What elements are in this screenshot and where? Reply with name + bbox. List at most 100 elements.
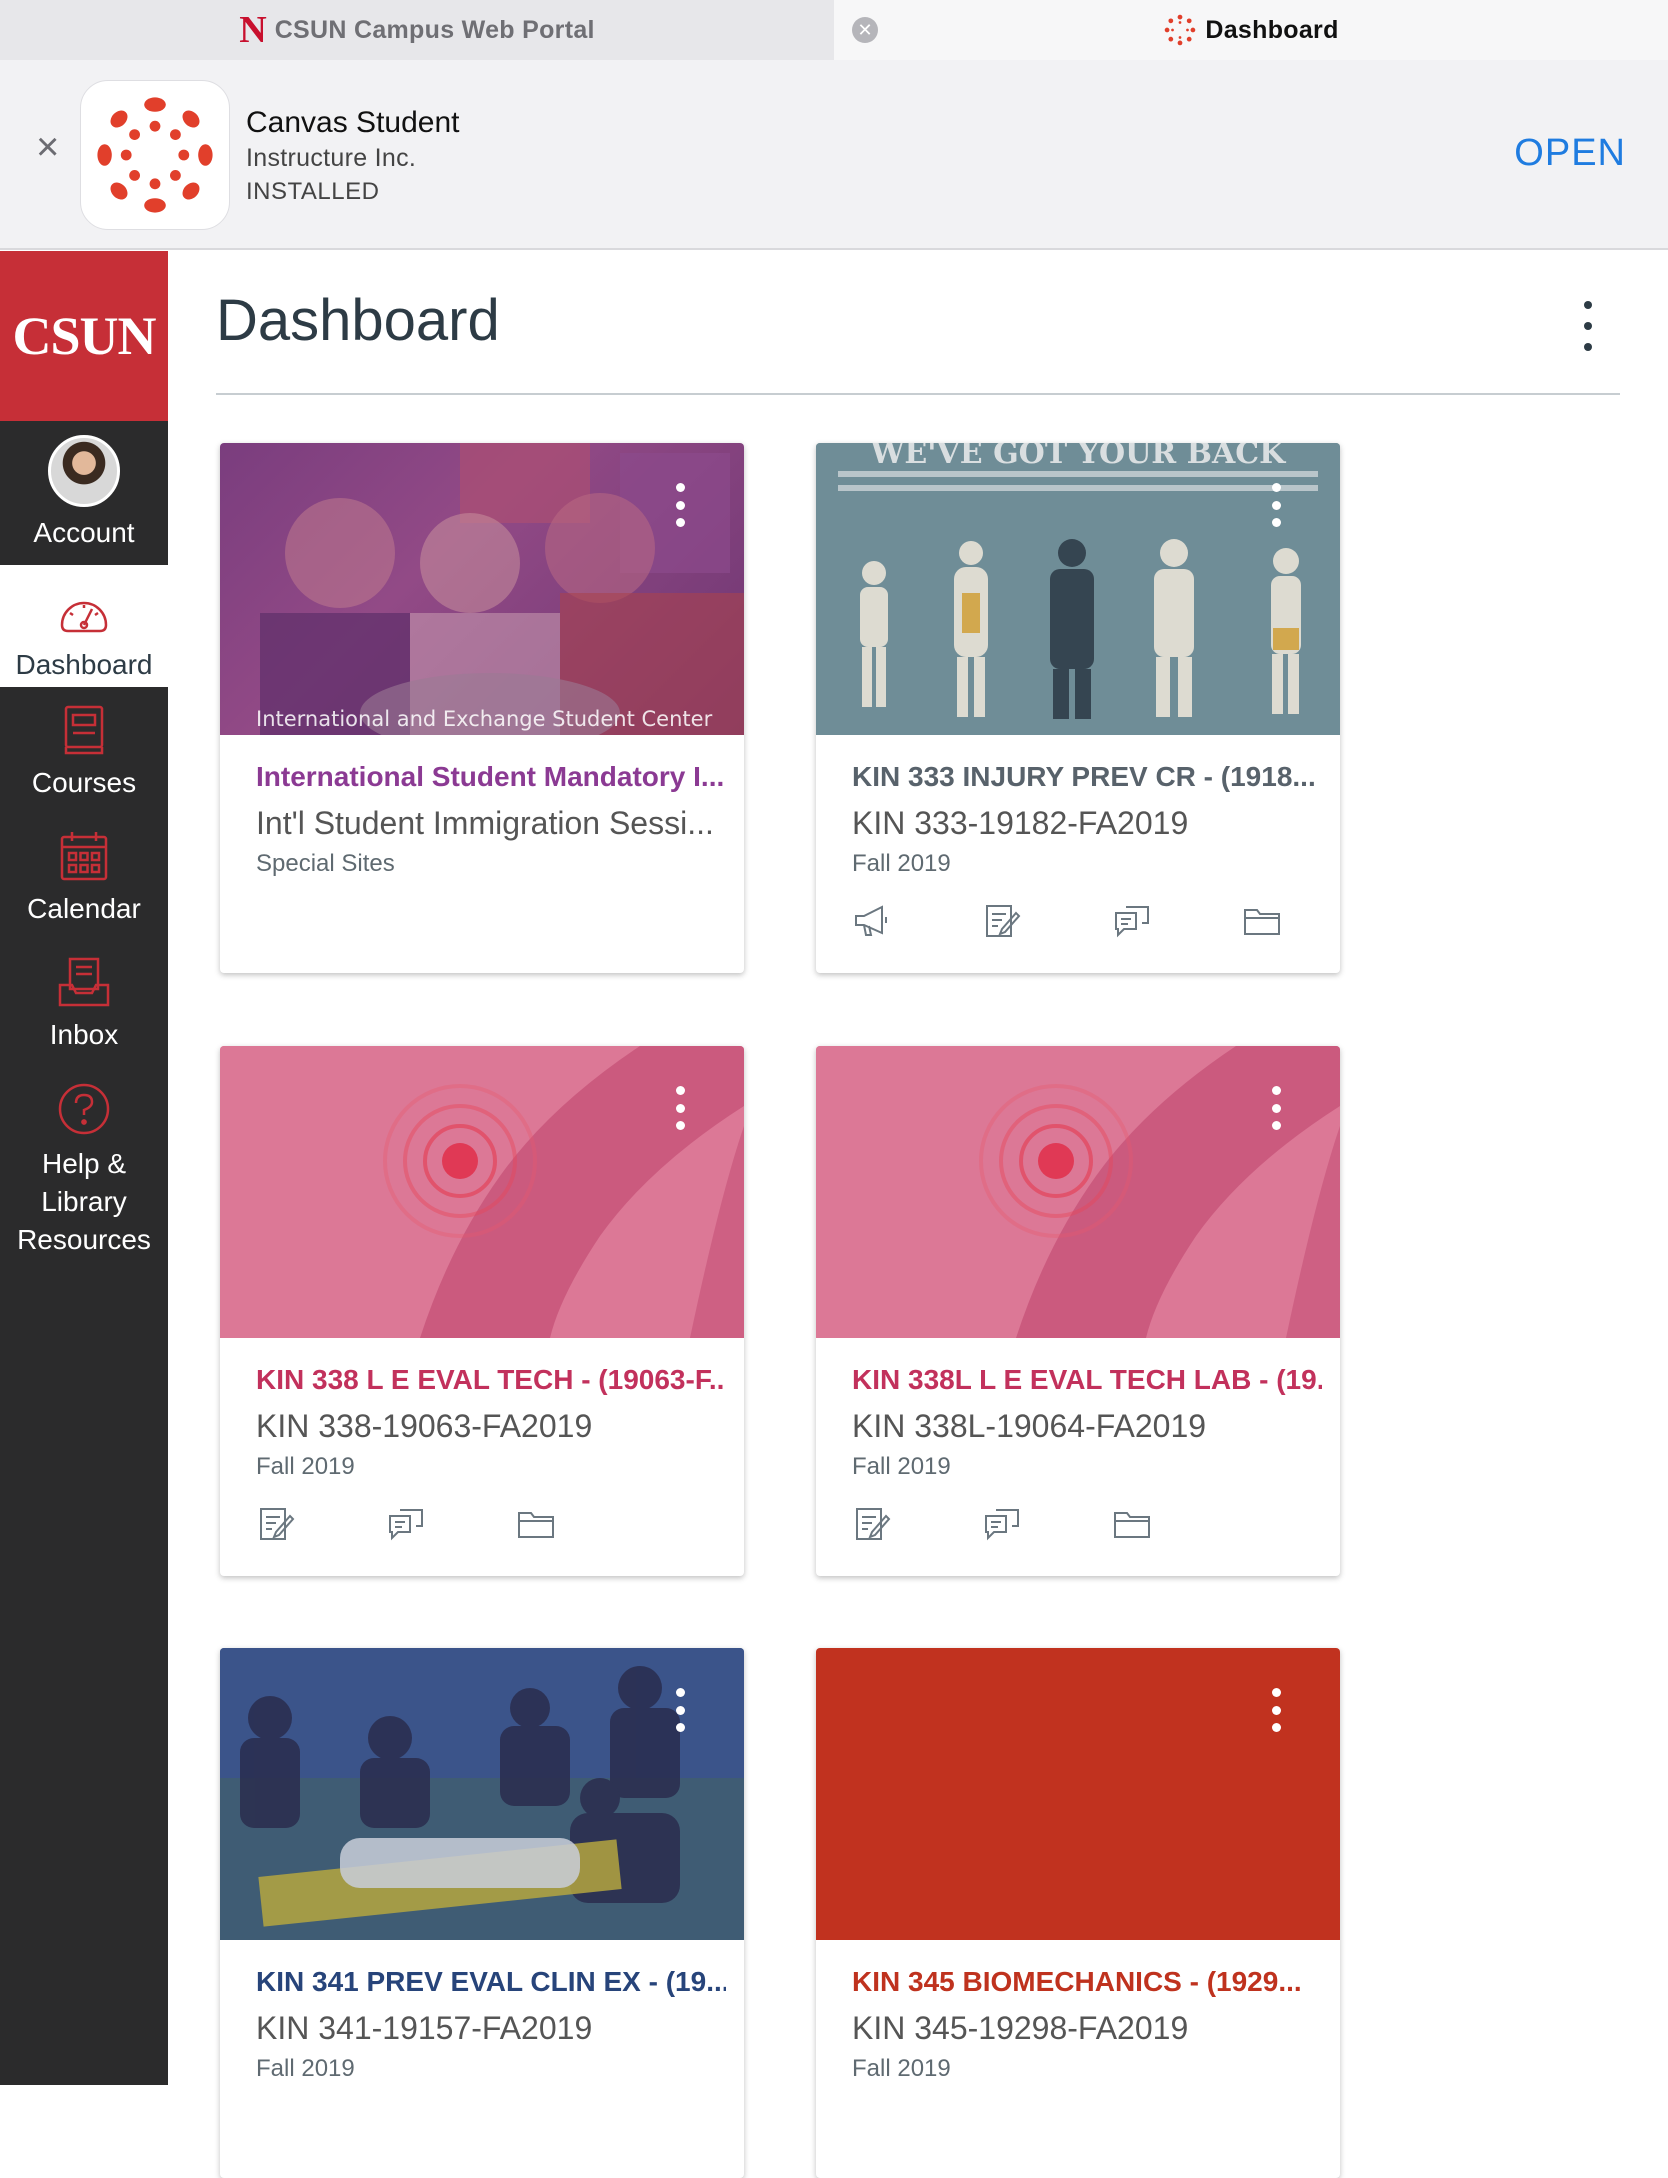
help-icon (58, 1083, 110, 1135)
course-card-hero[interactable] (816, 1046, 1340, 1338)
app-name: Canvas Student (246, 106, 460, 139)
assignments-icon (986, 905, 1021, 937)
discussions-button[interactable] (1112, 901, 1242, 945)
card-options-icon[interactable] (670, 483, 690, 527)
course-card-title[interactable]: KIN 345 BIOMECHANICS - (1929... (852, 1966, 1322, 1998)
page-title: Dashboard (216, 288, 500, 353)
discussions-icon (389, 1509, 423, 1541)
assignments-button[interactable] (852, 1504, 982, 1548)
tab-title: Dashboard (1205, 15, 1339, 44)
assignments-button[interactable] (256, 1504, 386, 1548)
card-options-icon[interactable] (670, 1688, 690, 1732)
tab-dashboard[interactable]: ✕ Dashboard (834, 0, 1668, 60)
sidebar-item-label: Help & Library Resources (17, 1148, 151, 1255)
course-card-term: Fall 2019 (852, 850, 951, 877)
course-card-hero[interactable] (220, 1046, 744, 1338)
course-card-hero[interactable]: International and Exchange Student Cente… (220, 443, 744, 735)
course-card-actions (256, 1504, 646, 1548)
files-icon (1244, 909, 1280, 935)
files-button[interactable] (516, 1504, 646, 1548)
global-nav-sidebar: CSUN Account Dashboard Courses Calendar … (0, 251, 168, 2085)
close-tab-icon[interactable]: ✕ (852, 17, 878, 43)
book-icon (64, 705, 104, 755)
files-icon (1114, 1512, 1150, 1538)
tab-title: CSUN Campus Web Portal (274, 15, 595, 44)
course-card-actions (852, 1504, 1242, 1548)
discussions-icon (985, 1509, 1019, 1541)
course-card-hero-image (260, 443, 744, 735)
course-card[interactable]: KIN 338L L E EVAL TECH LAB - (19... KIN … (816, 1046, 1340, 1576)
sidebar-item-label: Account (33, 517, 135, 548)
brand-text: CSUN (12, 306, 156, 366)
course-card-code: KIN 338-19063-FA2019 (256, 1408, 593, 1444)
announcements-icon (855, 905, 887, 936)
course-card-title[interactable]: KIN 333 INJURY PREV CR - (1918... (852, 761, 1322, 793)
course-card-hero-image (816, 1046, 1340, 1338)
canvas-logo-icon (97, 97, 213, 213)
course-card[interactable]: KIN 341 PREV EVAL CLIN EX - (19... KIN 3… (220, 1648, 744, 2178)
avatar (48, 435, 120, 507)
dashboard-gauge-icon (60, 601, 108, 633)
course-card[interactable]: KIN 338 L E EVAL TECH - (19063-F... KIN … (220, 1046, 744, 1576)
sidebar-item-label: Dashboard (15, 649, 153, 680)
assignments-button[interactable] (982, 901, 1112, 945)
files-icon (518, 1512, 554, 1538)
course-card-term: Fall 2019 (852, 2055, 951, 2082)
course-card-code: KIN 345-19298-FA2019 (852, 2010, 1189, 2046)
sidebar-item-label: Courses (31, 767, 137, 798)
course-card-title[interactable]: KIN 338 L E EVAL TECH - (19063-F... (256, 1364, 726, 1396)
course-card-title[interactable]: International Student Mandatory I... (256, 761, 726, 793)
course-card-term: Fall 2019 (256, 2055, 355, 2082)
dashboard-main: Dashboard International and Exchange Stu… (168, 251, 1668, 2178)
inbox-icon (58, 957, 110, 1007)
dashboard-options-icon[interactable] (1573, 301, 1603, 351)
course-card-term: Special Sites (256, 850, 395, 877)
sidebar-item-help[interactable]: Help & Library Resources (0, 1065, 168, 1265)
hero-caption: International and Exchange Student Cente… (256, 707, 713, 731)
tab-csun-portal[interactable]: N CSUN Campus Web Portal (0, 0, 834, 60)
course-card-hero-image (220, 1046, 744, 1338)
card-options-icon[interactable] (1266, 483, 1286, 527)
open-app-button[interactable]: OPEN (1514, 132, 1626, 175)
hero-headline-text: WE'VE GOT YOUR BACK (870, 443, 1286, 471)
course-card-title[interactable]: KIN 341 PREV EVAL CLIN EX - (19... (256, 1966, 726, 1998)
csun-n-logo-icon: N (239, 9, 267, 51)
course-card-hero-image: WE'VE GOT YOUR BACK (816, 443, 1340, 735)
card-options-icon[interactable] (670, 1086, 690, 1130)
sidebar-item-courses[interactable]: Courses (0, 687, 168, 813)
course-card-hero[interactable]: WE'VE GOT YOUR BACK (816, 443, 1340, 735)
course-card-code: KIN 338L-19064-FA2019 (852, 1408, 1207, 1444)
course-card-hero[interactable] (816, 1648, 1340, 1940)
csun-brand-logo[interactable]: CSUN (0, 251, 168, 421)
course-card[interactable]: WE'VE GOT YOUR BACK KIN 333 INJURY PREV … (816, 443, 1340, 973)
canvas-logo-icon (1165, 14, 1196, 46)
card-options-icon[interactable] (1266, 1688, 1286, 1732)
files-button[interactable] (1242, 901, 1340, 945)
header-divider (216, 393, 1620, 395)
course-card-actions (852, 901, 1340, 945)
course-card[interactable]: International and Exchange Student Cente… (220, 443, 744, 973)
card-options-icon[interactable] (1266, 1086, 1286, 1130)
discussions-button[interactable] (386, 1504, 516, 1548)
course-card[interactable]: KIN 345 BIOMECHANICS - (1929... KIN 345-… (816, 1648, 1340, 2178)
discussions-button[interactable] (982, 1504, 1112, 1548)
close-banner-icon[interactable]: × (36, 127, 66, 167)
assignments-icon (856, 1508, 891, 1540)
sidebar-item-inbox[interactable]: Inbox (0, 939, 168, 1065)
announcements-button[interactable] (852, 901, 982, 945)
app-developer: Instructure Inc. (246, 144, 417, 172)
app-install-banner: × Canvas Student Instructure Inc. INSTAL… (0, 60, 1668, 250)
assignments-icon (260, 1508, 295, 1540)
canvas-app-icon (80, 80, 230, 230)
course-card-title[interactable]: KIN 338L L E EVAL TECH LAB - (19... (852, 1364, 1322, 1396)
course-card-hero[interactable] (220, 1648, 744, 1940)
discussions-icon (1115, 906, 1149, 938)
app-install-status: INSTALLED (246, 178, 380, 205)
sidebar-item-calendar[interactable]: Calendar (0, 813, 168, 939)
sidebar-item-account[interactable]: Account (0, 421, 168, 565)
sidebar-item-label: Inbox (49, 1019, 119, 1050)
files-button[interactable] (1112, 1504, 1242, 1548)
sidebar-item-dashboard[interactable]: Dashboard (0, 565, 168, 687)
course-card-code: KIN 341-19157-FA2019 (256, 2010, 593, 2046)
course-card-code: Int'l Student Immigration Sessi... (256, 805, 714, 841)
